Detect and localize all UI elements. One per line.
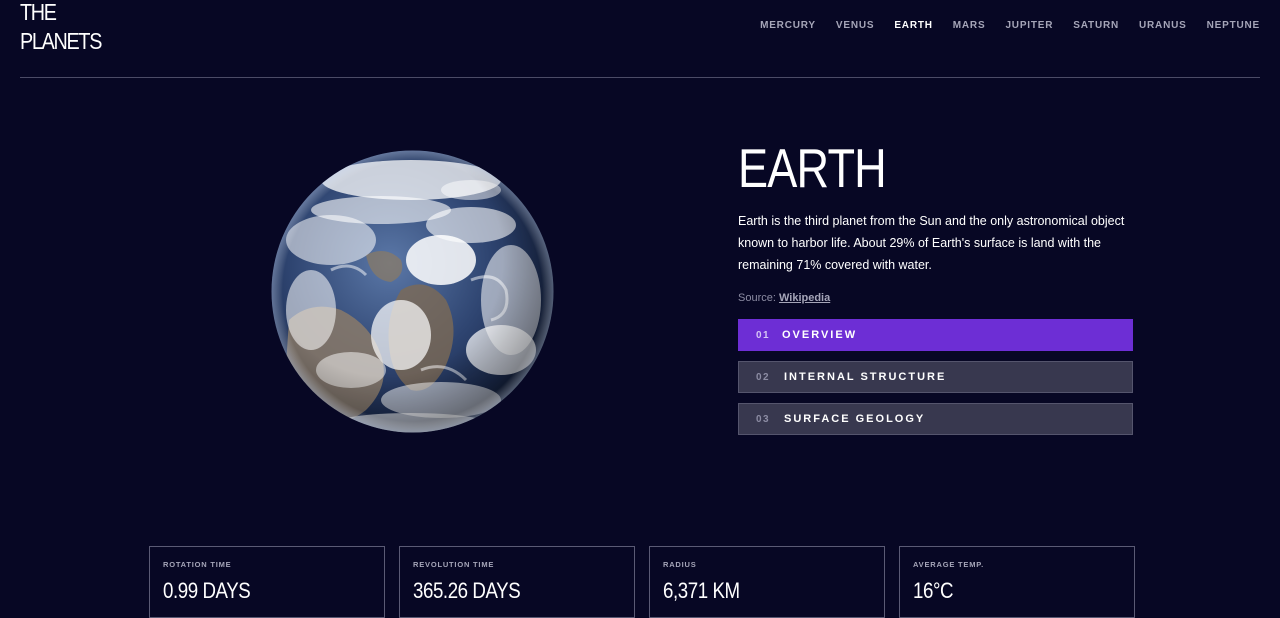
nav-item-venus[interactable]: VENUS <box>836 20 874 31</box>
nav-item-uranus[interactable]: URANUS <box>1139 20 1187 31</box>
stat-card-rotation: ROTATION TIME 0.99 DAYS <box>149 546 385 618</box>
nav-item-earth[interactable]: EARTH <box>894 20 932 31</box>
nav-item-neptune[interactable]: NEPTUNE <box>1207 20 1260 31</box>
source-prefix: Source: <box>738 292 776 304</box>
nav-item-mercury[interactable]: MERCURY <box>760 20 816 31</box>
stat-label: AVERAGE TEMP. <box>913 560 984 569</box>
site-header: THE PLANETS MERCURY VENUS EARTH MARS JUP… <box>20 0 1260 78</box>
stat-value: 0.99 DAYS <box>163 578 251 603</box>
tab-surface-geology[interactable]: 03 SURFACE GEOLOGY <box>738 403 1133 435</box>
planet-image <box>271 150 554 433</box>
tab-number: 03 <box>756 413 771 425</box>
stat-card-radius: RADIUS 6,371 KM <box>649 546 885 618</box>
stat-value: 6,371 KM <box>663 578 740 603</box>
tab-label: INTERNAL STRUCTURE <box>784 371 947 383</box>
planet-title: EARTH <box>738 137 887 199</box>
stat-card-temperature: AVERAGE TEMP. 16°C <box>899 546 1135 618</box>
stat-label: REVOLUTION TIME <box>413 560 495 569</box>
logo-line-2: PLANETS <box>20 28 102 54</box>
site-logo[interactable]: THE PLANETS <box>20 0 102 56</box>
tab-label: SURFACE GEOLOGY <box>784 413 926 425</box>
planet-stats: ROTATION TIME 0.99 DAYS REVOLUTION TIME … <box>149 546 1135 618</box>
source-link[interactable]: Wikipedia <box>779 292 830 304</box>
planet-nav: MERCURY VENUS EARTH MARS JUPITER SATURN … <box>740 20 1260 31</box>
tab-internal-structure[interactable]: 02 INTERNAL STRUCTURE <box>738 361 1133 393</box>
planet-info: EARTH Earth is the third planet from the… <box>738 138 1133 304</box>
nav-item-jupiter[interactable]: JUPITER <box>1005 20 1053 31</box>
stat-value: 365.26 DAYS <box>413 578 521 603</box>
tab-number: 02 <box>756 371 771 383</box>
nav-item-mars[interactable]: MARS <box>953 20 986 31</box>
stat-card-revolution: REVOLUTION TIME 365.26 DAYS <box>399 546 635 618</box>
stat-label: RADIUS <box>663 560 697 569</box>
earth-globe-icon <box>271 150 554 433</box>
tab-number: 01 <box>756 329 771 341</box>
stat-value: 16°C <box>913 578 954 603</box>
tab-overview[interactable]: 01 OVERVIEW <box>738 319 1133 351</box>
planet-description: Earth is the third planet from the Sun a… <box>738 214 1125 272</box>
source-line: Source: Wikipedia <box>738 292 1133 304</box>
view-tabs: 01 OVERVIEW 02 INTERNAL STRUCTURE 03 SUR… <box>738 319 1133 445</box>
stat-label: ROTATION TIME <box>163 560 232 569</box>
nav-item-saturn[interactable]: SATURN <box>1073 20 1119 31</box>
tab-label: OVERVIEW <box>782 329 858 341</box>
logo-line-1: THE <box>20 0 57 25</box>
